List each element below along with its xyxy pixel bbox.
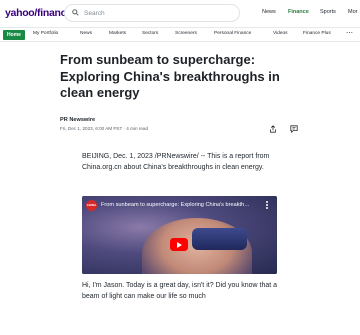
top-link-news[interactable]: News xyxy=(262,9,276,15)
share-icon[interactable] xyxy=(269,120,277,138)
nav-personal-finance[interactable]: Personal Finance xyxy=(214,31,251,36)
nav-sectors[interactable]: Sectors xyxy=(142,31,158,36)
top-link-more[interactable]: Mor xyxy=(348,9,357,15)
nav-more-icon[interactable]: ⋯ xyxy=(346,30,353,38)
nav-my-portfolio[interactable]: My Portfolio xyxy=(33,31,58,36)
video-headset-image xyxy=(192,228,247,250)
nav-finance-plus[interactable]: Finance Plus xyxy=(303,31,331,36)
video-player[interactable]: CHINA From sunbeam to supercharge: Explo… xyxy=(82,196,277,274)
article-paragraph: Hi, I'm Jason. Today is a great day, isn… xyxy=(82,282,278,300)
article-title: From sunbeam to supercharge: Exploring C… xyxy=(60,52,280,100)
top-link-finance[interactable]: Finance xyxy=(288,9,309,15)
article-date: Fri, Dec 1, 2023, 6:00 AM PST · 4 min re… xyxy=(60,126,149,131)
video-more-icon[interactable] xyxy=(265,200,269,211)
top-link-sports[interactable]: Sports xyxy=(320,9,336,15)
nav-videos[interactable]: Videos xyxy=(273,31,288,36)
nav-markets[interactable]: Markets xyxy=(109,31,126,36)
channel-avatar[interactable]: CHINA xyxy=(86,200,97,211)
play-button-icon[interactable] xyxy=(170,238,188,251)
nav-screeners[interactable]: Screeners xyxy=(175,31,197,36)
article-paragraph: BEIJING, Dec. 1, 2023 /PRNewswire/ -- Th… xyxy=(82,153,270,171)
finance-nav-bar: Home My Portfolio News Markets Sectors S… xyxy=(0,27,360,42)
nav-news[interactable]: News xyxy=(80,31,92,36)
video-title[interactable]: From sunbeam to supercharge: Exploring C… xyxy=(101,202,251,208)
article-source[interactable]: PR Newswire xyxy=(60,117,95,123)
top-bar: yahoo/finance News Finance Sports Mor xyxy=(0,0,360,27)
comment-icon[interactable] xyxy=(290,120,298,138)
nav-home[interactable]: Home xyxy=(3,30,25,40)
